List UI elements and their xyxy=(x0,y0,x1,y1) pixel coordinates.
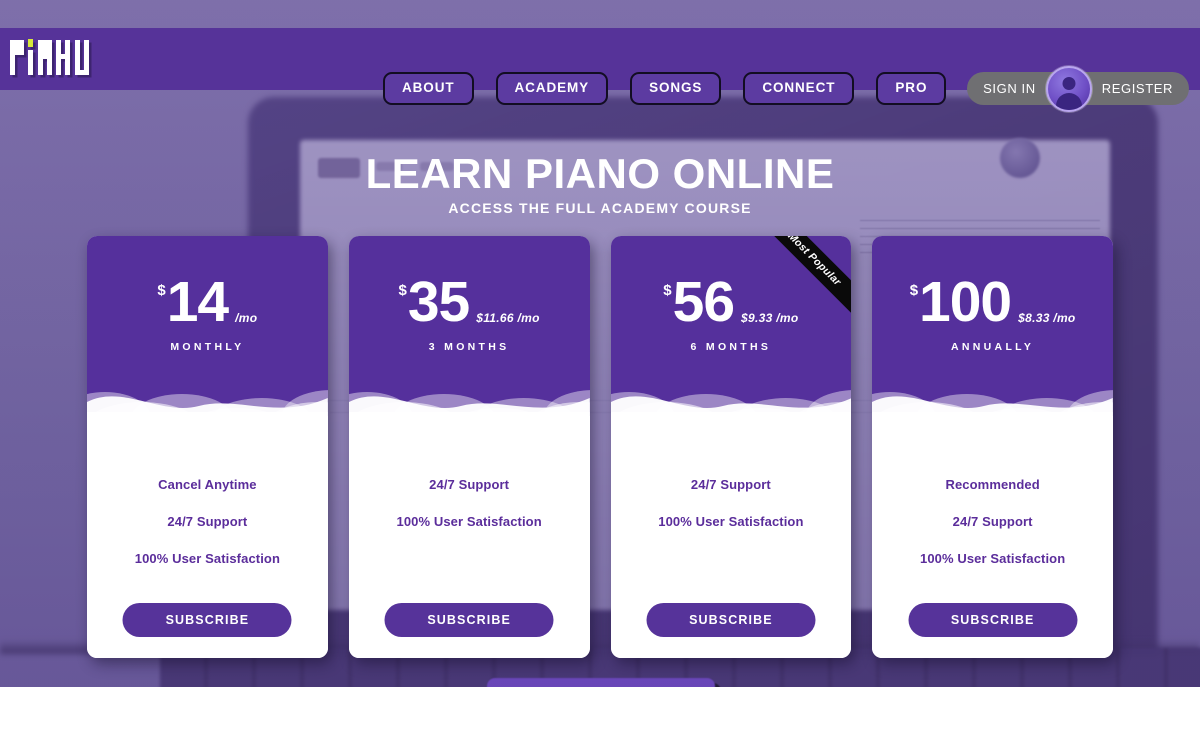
background-cta-button xyxy=(487,678,715,687)
pricing-card: $14/mo MONTHLY Cancel Anytime 24/7 Suppor… xyxy=(87,236,328,658)
pricing-feature: 24/7 Support xyxy=(952,514,1033,529)
currency-symbol: $ xyxy=(663,282,672,299)
pricing-card-body: 24/7 Support 100% User Satisfaction SUBSC… xyxy=(610,416,852,658)
pricing-card-body: Recommended 24/7 Support 100% User Satisfa… xyxy=(872,416,1113,658)
pricing-feature: 100% User Satisfaction xyxy=(658,514,804,529)
price-per-month: $8.33 /mo xyxy=(1018,311,1076,326)
background-staff-line xyxy=(860,228,1100,229)
price-row: $35 $11.66 /mo xyxy=(349,270,590,334)
price-per-month: $11.66 /mo xyxy=(476,311,540,326)
price-amount: 35 xyxy=(407,270,470,334)
nav-links: ABOUT ACADEMY SONGS CONNECT PRO xyxy=(383,72,947,105)
register-link[interactable]: REGISTER xyxy=(1102,81,1173,96)
pricing-card-body: Cancel Anytime 24/7 Support 100% User Sati… xyxy=(87,416,328,658)
hero-title: LEARN PIANO ONLINE xyxy=(365,150,835,197)
nav-item-pro[interactable]: PRO xyxy=(876,72,947,105)
pricing-feature-list: 24/7 Support 100% User Satisfaction xyxy=(349,478,590,552)
pricing-card: $100 $8.33 /mo ANNUALLY Recommended 24/7 S… xyxy=(872,236,1113,658)
nav-item-connect[interactable]: CONNECT xyxy=(743,72,855,105)
user-avatar-icon[interactable] xyxy=(1045,65,1092,112)
top-navigation-bar: ABOUT ACADEMY SONGS CONNECT PRO SIGN IN … xyxy=(0,28,1200,112)
subscribe-button[interactable]: SUBSCRIBE xyxy=(908,603,1078,637)
hero-subtitle: ACCESS THE FULL ACADEMY COURSE xyxy=(448,200,752,216)
pricing-feature-list: 24/7 Support 100% User Satisfaction xyxy=(611,478,852,552)
wave-divider xyxy=(348,372,590,416)
background-staff-line xyxy=(860,220,1100,221)
price-row: $56 $9.33 /mo xyxy=(611,270,852,334)
pricing-card: Most Popular $56 $9.33 /mo 6 MONTHS 24/7 … xyxy=(610,236,852,658)
wave-divider xyxy=(87,372,328,416)
pricing-feature: 24/7 Support xyxy=(167,514,248,529)
price-row: $14/mo xyxy=(87,270,328,334)
auth-pill: SIGN IN REGISTER xyxy=(967,65,1189,112)
pricing-feature: Cancel Anytime xyxy=(158,477,257,492)
pricing-card-header: $100 $8.33 /mo ANNUALLY xyxy=(872,236,1113,372)
billing-period-label: 6 MONTHS xyxy=(690,341,772,353)
sign-in-link[interactable]: SIGN IN xyxy=(983,81,1036,96)
wave-divider xyxy=(872,372,1113,416)
pricing-card-header: $14/mo MONTHLY xyxy=(87,236,328,372)
logo-i-dot xyxy=(28,39,33,47)
subscribe-button[interactable]: SUBSCRIBE xyxy=(384,603,554,637)
nav-item-academy[interactable]: ACADEMY xyxy=(495,72,609,105)
pricing-feature: 100% User Satisfaction xyxy=(134,551,280,566)
price-amount: 100 xyxy=(919,270,1012,334)
pricing-feature: 100% User Satisfaction xyxy=(919,551,1066,566)
billing-period-label: ANNUALLY xyxy=(951,341,1035,353)
pricing-feature: 24/7 Support xyxy=(690,477,771,492)
price-amount: 56 xyxy=(672,270,735,334)
price-per-month: $9.33 /mo xyxy=(741,311,799,326)
pricing-feature-list: Cancel Anytime 24/7 Support 100% User Sati… xyxy=(87,478,328,589)
pricing-feature-list: Recommended 24/7 Support 100% User Satisfa… xyxy=(872,478,1113,589)
price-per-month: /mo xyxy=(235,311,258,326)
pricing-feature: 100% User Satisfaction xyxy=(396,514,542,529)
nav-item-about[interactable]: ABOUT xyxy=(383,72,474,105)
currency-symbol: $ xyxy=(398,282,407,299)
pricing-card-list: $14/mo MONTHLY Cancel Anytime 24/7 Suppor… xyxy=(87,236,1113,658)
price-row: $100 $8.33 /mo xyxy=(872,270,1113,334)
subscribe-button[interactable]: SUBSCRIBE xyxy=(646,603,816,637)
pricing-card-header: $35 $11.66 /mo 3 MONTHS xyxy=(348,236,590,372)
page-root: ABOUT ACADEMY SONGS CONNECT PRO SIGN IN … xyxy=(0,0,1200,731)
billing-period-label: 3 MONTHS xyxy=(428,341,510,353)
pricing-feature: Recommended xyxy=(945,477,1040,492)
wave-divider xyxy=(610,372,852,416)
pianu-logo[interactable] xyxy=(8,35,128,83)
subscribe-button[interactable]: SUBSCRIBE xyxy=(122,603,292,637)
pricing-feature: 24/7 Support xyxy=(429,477,510,492)
nav-item-songs[interactable]: SONGS xyxy=(630,72,722,105)
currency-symbol: $ xyxy=(157,282,166,299)
pricing-card-header: Most Popular $56 $9.33 /mo 6 MONTHS xyxy=(610,236,852,372)
pricing-card-body: 24/7 Support 100% User Satisfaction SUBSC… xyxy=(348,416,590,658)
currency-symbol: $ xyxy=(909,282,919,299)
price-amount: 14 xyxy=(166,270,229,334)
pricing-card: $35 $11.66 /mo 3 MONTHS 24/7 Support 100% … xyxy=(348,236,590,658)
billing-period-label: MONTHLY xyxy=(170,341,245,353)
